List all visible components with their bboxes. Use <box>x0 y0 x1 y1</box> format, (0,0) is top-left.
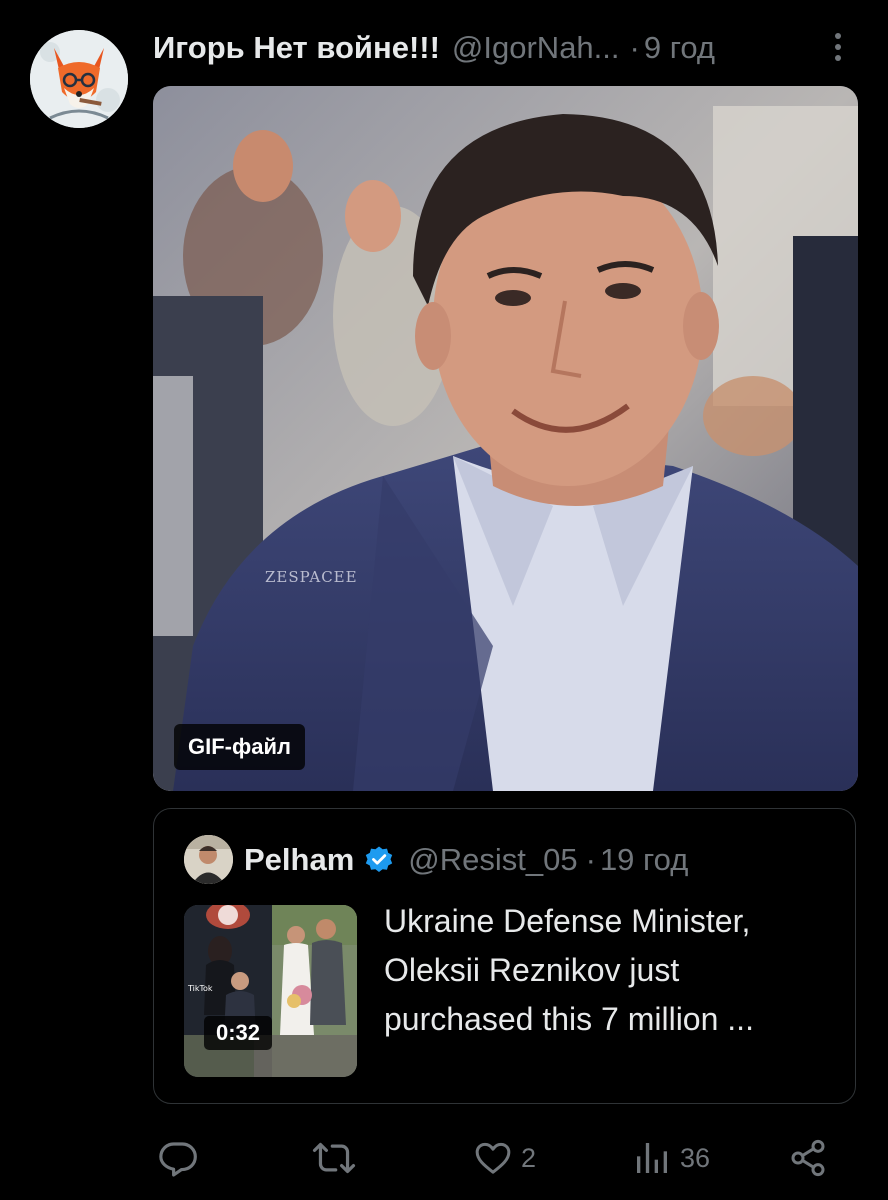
quote-video-thumbnail[interactable]: TikTok 0:32 <box>184 905 357 1077</box>
reply-button[interactable] <box>157 1136 207 1180</box>
quote-text-line: purchased this 7 million ... <box>384 1001 754 1037</box>
more-options-icon[interactable] <box>824 30 852 64</box>
tweet-timestamp[interactable]: 9 год <box>644 30 715 66</box>
quote-timestamp[interactable]: 19 год <box>600 842 688 878</box>
gif-badge: GIF-файл <box>174 724 305 770</box>
analytics-icon <box>637 1143 667 1173</box>
gif-frame-image <box>153 86 858 791</box>
share-button[interactable] <box>788 1136 828 1180</box>
verified-badge-icon <box>364 845 394 875</box>
video-watermark: ZESPACEE <box>265 568 358 586</box>
quote-author-handle[interactable]: @Resist_05 <box>408 842 577 878</box>
quote-avatar-image <box>184 835 233 884</box>
video-duration-badge: 0:32 <box>204 1016 273 1050</box>
quote-author-avatar[interactable] <box>184 835 233 884</box>
quote-text: Ukraine Defense Minister, Oleksii Reznik… <box>384 897 839 1044</box>
like-count: 2 <box>521 1142 537 1173</box>
heart-icon <box>475 1142 511 1174</box>
tweet-header: Игорь Нет войне!!! @IgorNah... · 9 год <box>153 28 715 68</box>
views-button[interactable]: 36 <box>632 1136 710 1180</box>
reply-icon <box>159 1142 197 1177</box>
quote-text-line: Oleksii Reznikov just <box>384 952 680 988</box>
author-handle[interactable]: @IgorNah... <box>452 30 620 66</box>
author-avatar[interactable] <box>30 30 128 128</box>
author-name[interactable]: Игорь Нет войне!!! <box>153 30 440 66</box>
quote-thumbnail-image: TikTok <box>184 905 357 1077</box>
separator-dot: · <box>629 30 640 65</box>
retweet-icon <box>312 1142 356 1174</box>
tiktok-label: TikTok <box>187 984 213 993</box>
quote-header: Pelham @Resist_05 · 19 год <box>244 839 688 881</box>
quote-text-line: Ukraine Defense Minister, <box>384 903 751 939</box>
quote-author-name[interactable]: Pelham <box>244 842 354 878</box>
gif-media[interactable]: ZESPACEE GIF-файл <box>153 86 858 791</box>
quoted-tweet[interactable]: Pelham @Resist_05 · 19 год TikTok 0:32 U… <box>153 808 856 1104</box>
retweet-button[interactable] <box>312 1136 364 1180</box>
tweet[interactable]: Игорь Нет войне!!! @IgorNah... · 9 год Z… <box>0 0 888 1200</box>
action-bar: 2 36 <box>0 1132 888 1184</box>
views-count: 36 <box>680 1142 711 1173</box>
quote-separator-dot: · <box>585 842 596 877</box>
like-button[interactable]: 2 <box>473 1136 536 1180</box>
share-icon <box>791 1139 825 1177</box>
fox-avatar-image <box>30 30 128 128</box>
